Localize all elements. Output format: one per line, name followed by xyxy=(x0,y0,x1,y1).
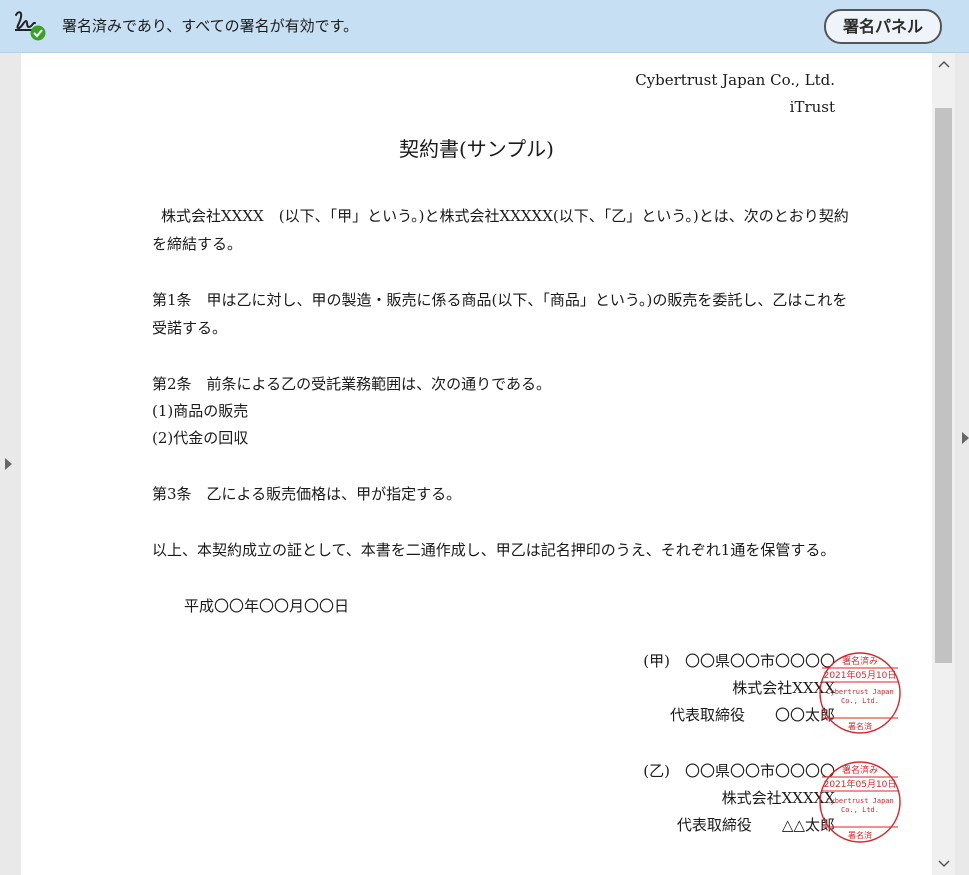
stamp-b-org-1: Cybertrust Japan xyxy=(826,797,893,805)
signature-valid-icon xyxy=(15,11,46,41)
vertical-scrollbar[interactable] xyxy=(932,53,955,875)
stamp-a-org-2: Co., Ltd. xyxy=(841,697,879,705)
scroll-up-icon[interactable] xyxy=(932,55,955,73)
stamp-b-bottom-text: 署名済 xyxy=(848,830,872,840)
stamp-a-org-1: Cybertrust Japan xyxy=(826,688,893,696)
scroll-down-icon[interactable] xyxy=(932,855,955,873)
signature-banner: 署名済みであり、すべての署名が有効です。 署名パネル xyxy=(0,0,969,53)
article-1-line-2: 受諾する。 xyxy=(152,319,228,337)
article-3: 第3条 乙による販売価格は、甲が指定する。 xyxy=(152,485,462,503)
party-b-signature-stamp[interactable]: 署名済み 2021年05月10日 Cybertrust Japan Co., L… xyxy=(818,760,902,844)
article-2-item-1: (1)商品の販売 xyxy=(152,402,249,420)
intro-line-1: 株式会社XXXX (以下、「甲」という。)と株式会社XXXXX(以下、「乙」とい… xyxy=(161,207,849,225)
party-b-representative: 代表取締役 △△太郎 xyxy=(676,816,835,834)
party-a-signature-stamp[interactable]: 署名済み 2021年05月10日 Cybertrust Japan Co., L… xyxy=(818,651,902,735)
header-company: Cybertrust Japan Co., Ltd. xyxy=(635,71,835,89)
document-title: 契約書(サンプル) xyxy=(398,137,554,161)
article-2-line-1: 第2条 前条による乙の受託業務範囲は、次の通りである。 xyxy=(152,375,551,393)
header-product: iTrust xyxy=(789,98,835,116)
stamp-b-date: 2021年05月10日 xyxy=(824,778,897,790)
closing-statement: 以上、本契約成立の証として、本書を二通作成し、甲乙は記名押印のうえ、それぞれ1通… xyxy=(152,541,836,559)
party-b-address: (乙) 〇〇県〇〇市〇〇〇〇 xyxy=(643,762,835,780)
article-1-line-1: 第1条 甲は乙に対し、甲の製造・販売に係る商品(以下、「商品」という。)の販売を… xyxy=(152,291,848,309)
expand-right-panel-icon[interactable] xyxy=(962,432,969,444)
contract-date: 平成〇〇年〇〇月〇〇日 xyxy=(184,597,350,615)
stamp-b-top-text: 署名済み xyxy=(842,764,878,776)
party-a-representative: 代表取締役 〇〇太郎 xyxy=(669,706,835,724)
stamp-a-date: 2021年05月10日 xyxy=(824,669,897,681)
signature-panel-button[interactable]: 署名パネル xyxy=(824,9,942,44)
right-panel-strip xyxy=(955,53,969,875)
article-2-item-2: (2)代金の回収 xyxy=(152,429,249,447)
party-a-address: (甲) 〇〇県〇〇市〇〇〇〇 xyxy=(643,652,835,670)
stamp-a-bottom-text: 署名済 xyxy=(848,721,872,731)
stamp-b-org-2: Co., Ltd. xyxy=(841,806,879,814)
signature-status-text: 署名済みであり、すべての署名が有効です。 xyxy=(62,17,359,35)
intro-line-2: を締結する。 xyxy=(152,235,243,253)
expand-left-panel-icon[interactable] xyxy=(5,458,12,470)
document-page: Cybertrust Japan Co., Ltd. iTrust 契約書(サン… xyxy=(21,53,932,875)
stamp-a-top-text: 署名済み xyxy=(842,655,878,667)
scroll-thumb[interactable] xyxy=(935,108,952,663)
